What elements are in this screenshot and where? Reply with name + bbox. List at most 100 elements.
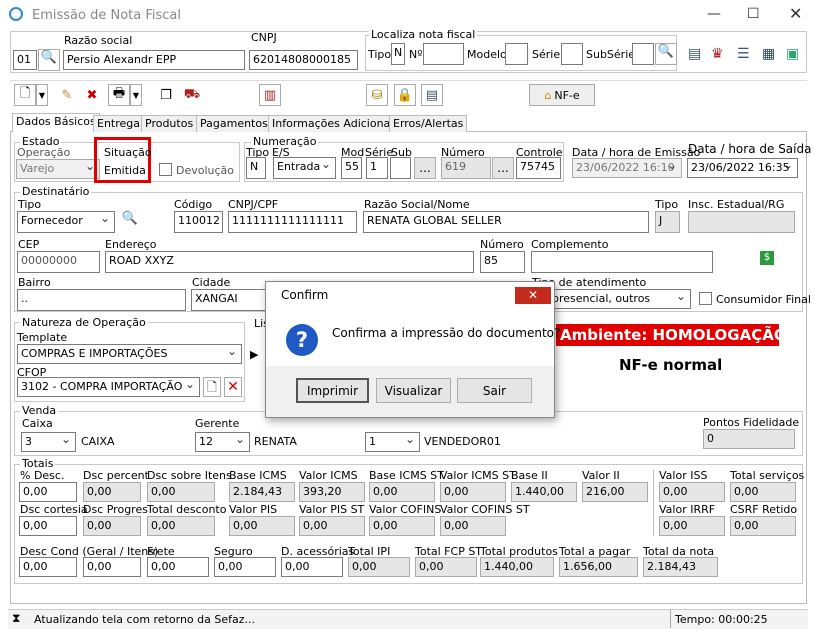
endereco-label: Endereço [105, 238, 157, 251]
consumidor-checkbox[interactable] [699, 292, 712, 305]
stamp-icon[interactable]: ♛ [711, 46, 724, 62]
money-icon[interactable]: ⛁ [366, 84, 388, 106]
devolucao-checkbox[interactable] [159, 163, 172, 176]
localiza-modelo-field[interactable] [505, 43, 528, 65]
localiza-numero-field[interactable] [423, 43, 464, 65]
dest-razao-field[interactable]: RENATA GLOBAL SELLER [363, 211, 649, 233]
close-icon[interactable]: ✕ [789, 4, 802, 23]
localiza-search-icon[interactable]: 🔍 [655, 43, 677, 65]
emissao-field[interactable]: 23/06/2022 16:10 [572, 158, 682, 178]
list-icon[interactable]: ☰ [737, 46, 750, 62]
delete-icon[interactable]: ✖ [81, 84, 103, 106]
cfop-select[interactable]: 3102 - COMPRA IMPORTAÇÃO [17, 377, 200, 397]
totais-r1-field[interactable]: 0,00 [19, 482, 77, 502]
caixa-select[interactable]: 3 [21, 432, 76, 452]
tab-produtos[interactable]: Produtos [141, 115, 198, 132]
template-select[interactable]: COMPRAS E IMPORTAÇÕES [17, 344, 242, 364]
totais-r3-field-itens[interactable]: 0,00 [83, 557, 141, 577]
num-ellipsis2-button[interactable]: ... [492, 157, 514, 179]
imprimir-button[interactable]: Imprimir [296, 378, 369, 403]
question-icon: ? [286, 324, 318, 356]
dialog-close-button[interactable]: ✕ [515, 287, 551, 304]
endereco-field[interactable]: ROAD XXYZ [105, 251, 474, 273]
dest-search-icon[interactable]: 🔍 [119, 211, 141, 233]
tab-erros[interactable]: Erros/Alertas [389, 115, 468, 132]
minimize-icon[interactable]: — [707, 6, 721, 22]
export-icon[interactable]: ▣ [786, 46, 799, 62]
dest-tipo-select[interactable]: Fornecedor [17, 211, 115, 233]
complemento-field[interactable] [531, 251, 713, 273]
copy-icon[interactable]: ❐ [155, 84, 177, 106]
num-mod-field[interactable]: 55 [341, 157, 362, 179]
localiza-serie-field[interactable] [561, 43, 583, 65]
lock-icon[interactable]: 🔒 [394, 84, 416, 106]
ambiente-banner: Ambiente: HOMOLOGAÇÃO [556, 324, 787, 346]
codigo-field[interactable]: 110012 [174, 211, 223, 233]
doc-icon[interactable]: ▤ [421, 84, 443, 106]
controle-field[interactable]: 75745 [516, 157, 561, 179]
tab-dados-basicos[interactable]: Dados Básicos [12, 113, 100, 132]
dest-numero-field[interactable]: 85 [480, 251, 525, 273]
atendimento-select[interactable]: presencial, outros [548, 289, 691, 309]
devolucao-label: Devolução [176, 164, 235, 177]
grid-icon[interactable]: ▦ [762, 46, 775, 62]
num-ellipsis-button[interactable]: ... [414, 157, 436, 179]
totais-r2-field: 0,00 [369, 516, 435, 536]
vendedor-select[interactable]: 1 [365, 432, 420, 452]
num-es-select[interactable]: Entrada [273, 157, 336, 179]
totais-r3-field[interactable]: 0,00 [19, 557, 77, 577]
totais-r1-field: 0,00 [659, 482, 725, 502]
saida-field[interactable]: 23/06/2022 16:35 [687, 158, 798, 178]
totais-r3-field[interactable]: 0,00 [147, 557, 209, 577]
print-dropdown-icon[interactable]: ▼ [130, 84, 142, 106]
totais-r3-field: 1.656,00 [559, 557, 638, 577]
store-code-field[interactable]: 01 [13, 50, 37, 70]
edit-icon[interactable]: ✎ [56, 84, 78, 106]
new-dropdown-icon[interactable]: ▼ [36, 84, 48, 106]
totais-r3-field[interactable]: 0,00 [214, 557, 276, 577]
dollar-icon[interactable]: $ [760, 251, 774, 265]
caixa-label: Caixa [22, 417, 53, 430]
print-icon[interactable]: 🖶 [108, 84, 130, 106]
operacao-select[interactable]: Varejo [16, 159, 100, 179]
cnpj-field[interactable]: 62014808000185 [249, 50, 358, 70]
ie-label: Insc. Estadual/RG [688, 198, 785, 211]
localiza-subserie-field[interactable] [632, 43, 654, 65]
bairro-field[interactable]: .. [17, 289, 186, 311]
localiza-tipo-field[interactable]: N [391, 43, 405, 65]
totais-r1-label: Dsc sobre Itens [147, 469, 232, 482]
totais-r3-field[interactable]: 0,00 [281, 557, 343, 577]
totais-r2-field[interactable]: 0,00 [19, 516, 77, 536]
cfop-clear-icon[interactable]: ✕ [224, 377, 242, 397]
num-sub-field[interactable] [390, 157, 411, 179]
razao-field[interactable]: Persio Alexandr EPP [63, 50, 245, 70]
cfop-doc-icon[interactable]: 🗋 [203, 377, 221, 397]
totais-r1-label: Dsc percent [83, 469, 149, 482]
dest-cnpj-field[interactable]: 1111111111111111 [228, 211, 357, 233]
film-icon[interactable]: ▥ [259, 84, 281, 106]
totais-r2-label: Total desconto [147, 503, 227, 516]
list-arrow-icon[interactable]: ▶ [250, 348, 258, 361]
totais-r2-label: Dsc Progres [83, 503, 148, 516]
cidade-field[interactable]: XANGAI [191, 289, 271, 311]
num-serie-field[interactable]: 1 [366, 157, 388, 179]
cep-field[interactable]: 00000000 [17, 251, 100, 273]
dest-tipo2-label: Tipo [655, 198, 679, 211]
maximize-icon[interactable]: ☐ [747, 6, 760, 22]
truck-icon[interactable]: ⛟ [181, 84, 203, 106]
sair-button[interactable]: Sair [457, 378, 532, 403]
search-icon[interactable]: 🔍 [38, 49, 60, 71]
num-tipo-field[interactable]: N [246, 157, 266, 179]
totais-r2-label: Valor IRRF [659, 503, 716, 516]
totais-r1-field: 393,20 [299, 482, 365, 502]
tab-entrega[interactable]: Entrega [93, 115, 145, 132]
tab-informacoes[interactable]: Informações Adicionais [268, 115, 404, 132]
gerente-select[interactable]: 12 [195, 432, 250, 452]
dialog-title: Confirm [281, 288, 329, 302]
localiza-label: Localiza nota fiscal [369, 28, 478, 41]
nfe-button[interactable]: ⌂ NF-e [529, 84, 595, 106]
tab-pagamentos[interactable]: Pagamentos [196, 115, 272, 132]
notes-icon[interactable]: ▤ [688, 46, 701, 62]
new-document-icon[interactable]: 🗋 [14, 84, 36, 106]
visualizar-button[interactable]: Visualizar [376, 378, 451, 403]
